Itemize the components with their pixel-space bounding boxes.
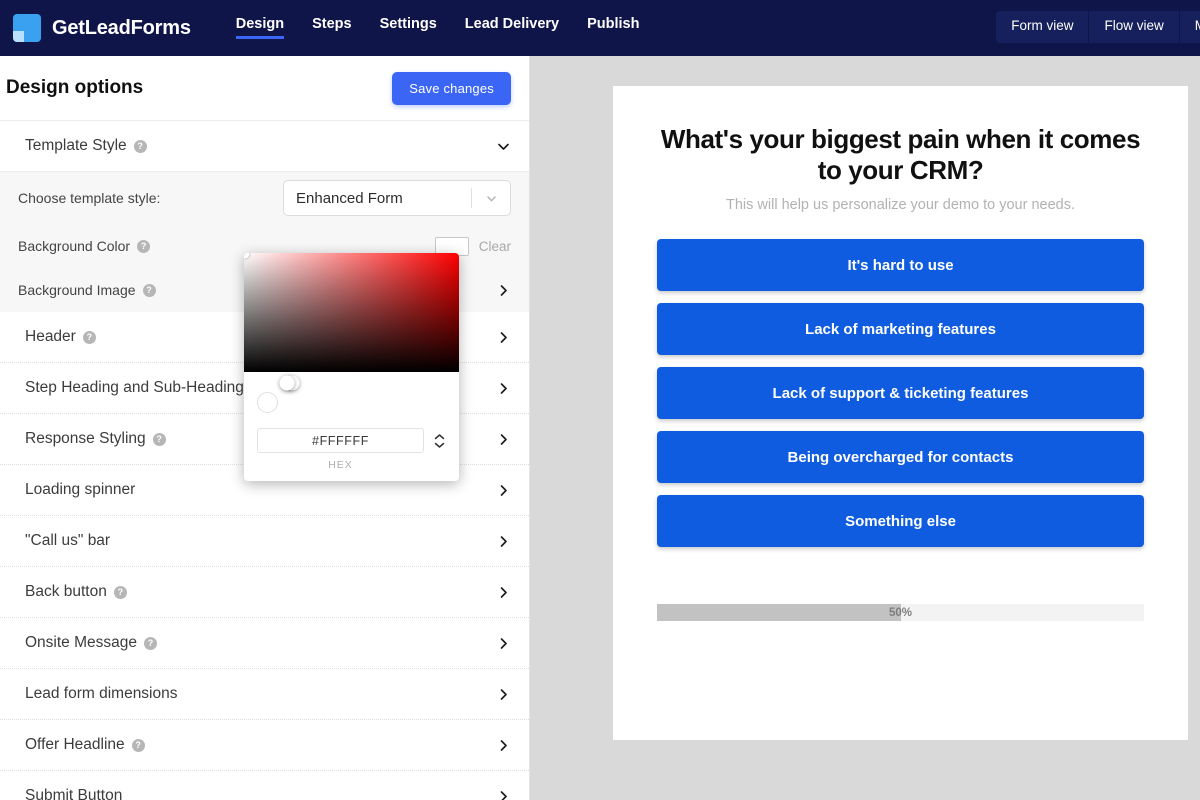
- view-toggle-group: Form view Flow view M: [996, 11, 1200, 43]
- chevron-down-icon[interactable]: [472, 192, 510, 205]
- saturation-value-gradient[interactable]: [244, 253, 459, 372]
- help-icon[interactable]: ?: [153, 433, 166, 446]
- section-offer-headline[interactable]: Offer Headline?: [0, 720, 529, 771]
- help-icon-background-color[interactable]: ?: [137, 240, 150, 253]
- answer-option-button[interactable]: Lack of support & ticketing features: [657, 367, 1144, 419]
- answer-option-button[interactable]: Something else: [657, 495, 1144, 547]
- help-icon[interactable]: ?: [114, 586, 127, 599]
- section-label: Loading spinner: [25, 481, 135, 499]
- choose-template-style-label: Choose template style:: [18, 190, 160, 206]
- section-onsite-message[interactable]: Onsite Message?: [0, 618, 529, 669]
- section-lead-form-dimensions[interactable]: Lead form dimensions: [0, 669, 529, 720]
- clear-background-color-link[interactable]: Clear: [479, 239, 511, 254]
- form-progress-label: 50%: [657, 604, 1144, 621]
- section-back-button[interactable]: Back button?: [0, 567, 529, 618]
- help-icon-template-style[interactable]: ?: [134, 140, 147, 153]
- chevron-right-icon[interactable]: [496, 483, 511, 498]
- chevron-right-icon[interactable]: [496, 789, 511, 800]
- chevron-right-icon[interactable]: [496, 585, 511, 600]
- chevron-right-icon[interactable]: [496, 534, 511, 549]
- main-nav-links: Design Steps Settings Lead Delivery Publ…: [236, 17, 640, 40]
- color-picker-popup[interactable]: HEX: [244, 253, 459, 481]
- top-navigation-bar: GetLeadForms Design Steps Settings Lead …: [0, 0, 1200, 56]
- template-style-selected-value: Enhanced Form: [284, 190, 471, 207]
- section-label: Step Heading and Sub-Heading: [25, 379, 244, 397]
- hex-color-input[interactable]: [257, 428, 424, 453]
- chevron-right-icon[interactable]: [496, 636, 511, 651]
- save-changes-button[interactable]: Save changes: [392, 72, 511, 105]
- help-icon-background-image[interactable]: ?: [143, 284, 156, 297]
- form-preview-area: What's your biggest pain when it comes t…: [530, 56, 1200, 800]
- answer-option-button[interactable]: It's hard to use: [657, 239, 1144, 291]
- background-color-label: Background Color: [18, 238, 130, 254]
- form-view-button[interactable]: Form view: [996, 11, 1089, 43]
- chevron-right-icon[interactable]: [496, 687, 511, 702]
- help-icon[interactable]: ?: [132, 739, 145, 752]
- section-submit-button[interactable]: Submit Button: [0, 771, 529, 800]
- panel-header: Design options Save changes: [0, 56, 529, 121]
- nav-link-design[interactable]: Design: [236, 17, 284, 40]
- nav-link-publish[interactable]: Publish: [587, 17, 639, 40]
- section-label-template-style: Template Style: [25, 137, 127, 155]
- chevron-right-icon[interactable]: [496, 381, 511, 396]
- answer-option-button[interactable]: Being overcharged for contacts: [657, 431, 1144, 483]
- section-label: Lead form dimensions: [25, 685, 178, 703]
- nav-link-steps[interactable]: Steps: [312, 17, 352, 40]
- color-format-stepper[interactable]: [432, 434, 446, 448]
- section-label: Onsite Message: [25, 634, 137, 652]
- page-title: Design options: [6, 77, 143, 99]
- choose-template-style-row: Choose template style: Enhanced Form: [18, 172, 511, 224]
- flow-view-button[interactable]: Flow view: [1089, 11, 1179, 43]
- brand-name: GetLeadForms: [52, 17, 191, 40]
- nav-link-lead-delivery[interactable]: Lead Delivery: [465, 17, 559, 40]
- chevron-down-icon[interactable]: [496, 139, 511, 154]
- brand[interactable]: GetLeadForms: [0, 14, 191, 42]
- section-label: Offer Headline: [25, 736, 125, 754]
- form-question-heading: What's your biggest pain when it comes t…: [657, 124, 1144, 186]
- section-call-us-bar[interactable]: "Call us" bar: [0, 516, 529, 567]
- background-image-label: Background Image: [18, 282, 136, 298]
- section-label: Header: [25, 328, 76, 346]
- section-label: Response Styling: [25, 430, 146, 448]
- chevron-right-icon[interactable]: [496, 738, 511, 753]
- form-question-subheading: This will help us personalize your demo …: [657, 197, 1144, 213]
- lead-form-card: What's your biggest pain when it comes t…: [613, 86, 1188, 740]
- section-label: "Call us" bar: [25, 532, 110, 550]
- alpha-slider-knob[interactable]: [280, 376, 295, 391]
- color-preview-swatch: [257, 392, 278, 413]
- color-picker-controls: HEX: [244, 372, 459, 471]
- answer-option-button[interactable]: Lack of marketing features: [657, 303, 1144, 355]
- chevron-right-icon[interactable]: [496, 283, 511, 298]
- nav-link-settings[interactable]: Settings: [380, 17, 437, 40]
- section-label: Back button: [25, 583, 107, 601]
- getleadforms-logo-icon: [13, 14, 41, 42]
- hex-format-label: HEX: [257, 459, 424, 471]
- saturation-value-cursor[interactable]: [244, 253, 250, 259]
- help-icon[interactable]: ?: [144, 637, 157, 650]
- form-answer-list: It's hard to use Lack of marketing featur…: [657, 239, 1144, 547]
- template-style-select[interactable]: Enhanced Form: [283, 180, 511, 216]
- help-icon[interactable]: ?: [83, 331, 96, 344]
- chevron-right-icon[interactable]: [496, 432, 511, 447]
- chevron-right-icon[interactable]: [496, 330, 511, 345]
- mobile-view-button[interactable]: M: [1180, 11, 1200, 43]
- form-progress-bar: 50%: [657, 604, 1144, 621]
- section-label: Submit Button: [25, 787, 122, 800]
- section-template-style[interactable]: Template Style ?: [0, 121, 529, 172]
